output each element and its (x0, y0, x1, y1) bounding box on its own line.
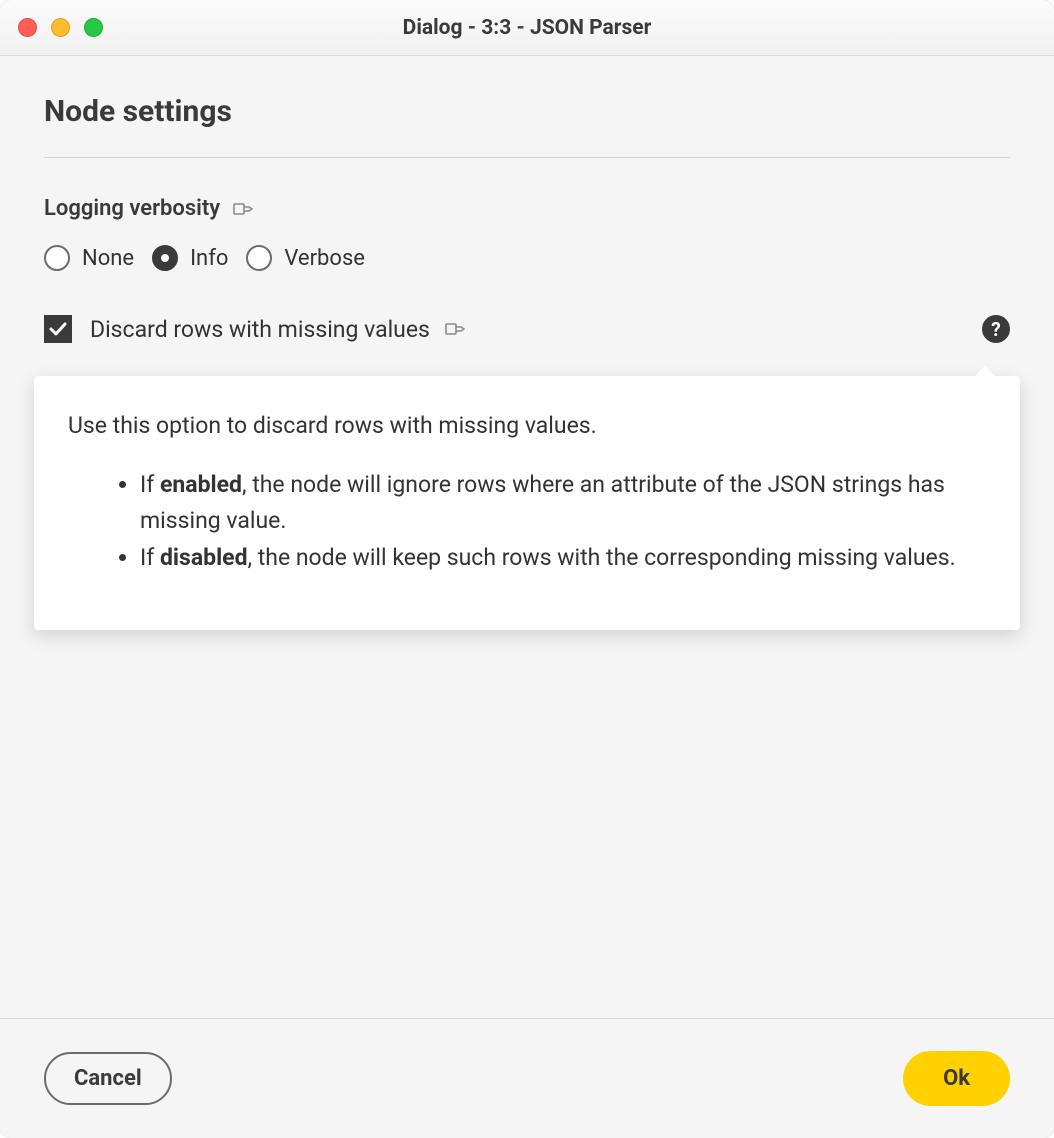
help-tooltip: Use this option to discard rows with mis… (34, 376, 1020, 630)
radio-label-none: None (82, 246, 134, 271)
footer: Cancel Ok (0, 1018, 1054, 1138)
tooltip-bullet-enabled: If enabled, the node will ignore rows wh… (140, 467, 986, 538)
radio-input-info[interactable] (152, 245, 178, 271)
divider (44, 157, 1010, 158)
discard-rows-checkbox[interactable] (44, 315, 72, 343)
radio-option-info[interactable]: Info (152, 245, 228, 271)
minimize-window-button[interactable] (51, 18, 70, 37)
window-controls (18, 18, 103, 37)
content-area: Node settings Logging verbosity None Inf… (0, 56, 1054, 1018)
tooltip-list: If enabled, the node will ignore rows wh… (68, 467, 986, 576)
radio-label-info: Info (190, 246, 228, 271)
logging-verbosity-label: Logging verbosity (44, 196, 1010, 221)
discard-rows-text: Discard rows with missing values (90, 316, 430, 343)
radio-input-none[interactable] (44, 245, 70, 271)
logging-verbosity-radio-group: None Info Verbose (44, 245, 1010, 271)
window-title: Dialog - 3:3 - JSON Parser (0, 16, 1054, 40)
flow-variable-icon[interactable] (444, 320, 466, 338)
flow-variable-icon[interactable] (232, 200, 254, 218)
radio-option-none[interactable]: None (44, 245, 134, 271)
help-button[interactable]: ? (982, 315, 1010, 343)
ok-button[interactable]: Ok (903, 1051, 1010, 1106)
titlebar: Dialog - 3:3 - JSON Parser (0, 0, 1054, 56)
tooltip-intro: Use this option to discard rows with mis… (68, 412, 986, 439)
logging-verbosity-text: Logging verbosity (44, 196, 220, 221)
radio-label-verbose: Verbose (284, 246, 365, 271)
maximize-window-button[interactable] (84, 18, 103, 37)
radio-option-verbose[interactable]: Verbose (246, 245, 365, 271)
dialog-window: Dialog - 3:3 - JSON Parser Node settings… (0, 0, 1054, 1138)
question-mark-icon: ? (982, 315, 1010, 343)
discard-rows-row: Discard rows with missing values ? (44, 315, 1010, 343)
cancel-button[interactable]: Cancel (44, 1052, 172, 1105)
tooltip-bullet-disabled: If disabled, the node will keep such row… (140, 540, 986, 576)
close-window-button[interactable] (18, 18, 37, 37)
radio-input-verbose[interactable] (246, 245, 272, 271)
discard-rows-label: Discard rows with missing values (90, 316, 466, 343)
section-title: Node settings (44, 94, 1010, 129)
